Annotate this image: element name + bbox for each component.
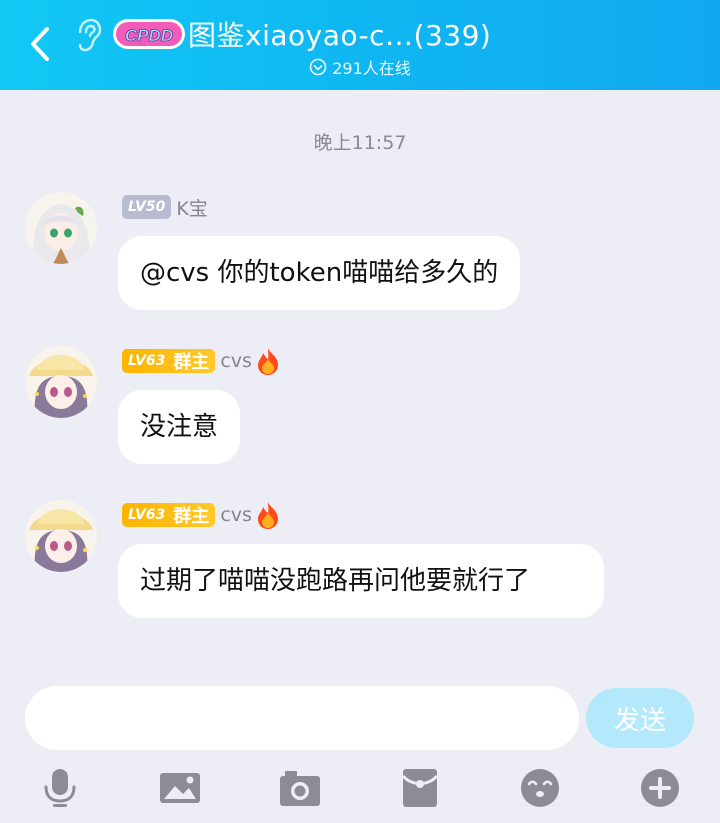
check-circle-icon bbox=[309, 58, 327, 76]
sender-name[interactable]: K宝 bbox=[176, 194, 207, 221]
time-divider: 晚上11:57 bbox=[313, 132, 407, 154]
plus-icon bbox=[641, 769, 679, 807]
more-button[interactable] bbox=[638, 766, 682, 810]
chat-title[interactable]: CPDD 图鉴xiaoyao-c…(339) bbox=[112, 12, 491, 56]
red-packet-icon bbox=[402, 769, 438, 807]
sender-name[interactable]: cvs bbox=[220, 350, 252, 372]
message-meta: LV50 K宝 bbox=[122, 193, 208, 221]
emoji-button[interactable] bbox=[518, 766, 562, 810]
level-badge: LV63 群主 bbox=[122, 503, 216, 527]
svg-text:CPDD: CPDD bbox=[125, 26, 173, 45]
send-button[interactable]: 发送 bbox=[586, 688, 694, 748]
level-text: LV50 bbox=[128, 199, 166, 215]
level-text: LV63 bbox=[128, 507, 166, 523]
emoji-icon bbox=[521, 769, 559, 807]
voice-button[interactable] bbox=[38, 766, 82, 810]
sender-name[interactable]: cvs bbox=[220, 504, 252, 526]
message-meta: LV63 群主 cvs bbox=[122, 347, 282, 375]
message-text: 没注意 bbox=[140, 412, 219, 442]
level-badge: LV63 群主 bbox=[122, 349, 216, 373]
message-text: @cvs 你的token喵喵给多久的 bbox=[140, 258, 499, 288]
message-text: 过期了喵喵没跑路再问他要就行了 bbox=[140, 566, 531, 596]
message-bubble[interactable]: 没注意 bbox=[118, 390, 241, 464]
message-item: LV63 群主 cvs 过期了喵喵没跑路再问他要就行了 bbox=[0, 498, 720, 658]
avatar[interactable] bbox=[25, 500, 97, 572]
input-toolbar bbox=[0, 760, 720, 816]
online-count[interactable]: 291人在线 bbox=[0, 55, 720, 79]
image-icon bbox=[160, 773, 200, 803]
owner-role-label: 群主 bbox=[173, 506, 210, 527]
message-bubble[interactable]: @cvs 你的token喵喵给多久的 bbox=[118, 236, 521, 310]
image-button[interactable] bbox=[158, 766, 202, 810]
owner-role-label: 群主 bbox=[173, 352, 210, 373]
level-badge: LV50 bbox=[122, 195, 172, 219]
message-item: LV50 K宝 @cvs 你的token喵喵给多久的 bbox=[0, 190, 720, 320]
cpdd-badge-icon: CPDD bbox=[113, 19, 185, 49]
red-packet-button[interactable] bbox=[398, 766, 442, 810]
chat-header: CPDD 图鉴xiaoyao-c…(339) 291人在线 bbox=[0, 0, 720, 90]
chat-title-text: 图鉴xiaoyao-c…(339) bbox=[188, 19, 492, 52]
fire-icon bbox=[257, 348, 278, 375]
fire-icon bbox=[257, 502, 278, 529]
message-input[interactable] bbox=[25, 686, 579, 750]
message-item: LV63 群主 cvs 没注意 bbox=[0, 344, 720, 469]
message-bubble[interactable]: 过期了喵喵没跑路再问他要就行了 bbox=[118, 544, 604, 618]
camera-button[interactable] bbox=[278, 766, 322, 810]
camera-icon bbox=[280, 771, 320, 806]
avatar[interactable] bbox=[25, 346, 97, 418]
avatar[interactable] bbox=[25, 192, 97, 264]
mic-icon bbox=[44, 769, 76, 807]
ear-mode-icon[interactable] bbox=[74, 18, 102, 52]
message-meta: LV63 群主 cvs bbox=[122, 501, 282, 529]
level-text: LV63 bbox=[128, 353, 166, 369]
online-text: 291人在线 bbox=[332, 59, 411, 78]
